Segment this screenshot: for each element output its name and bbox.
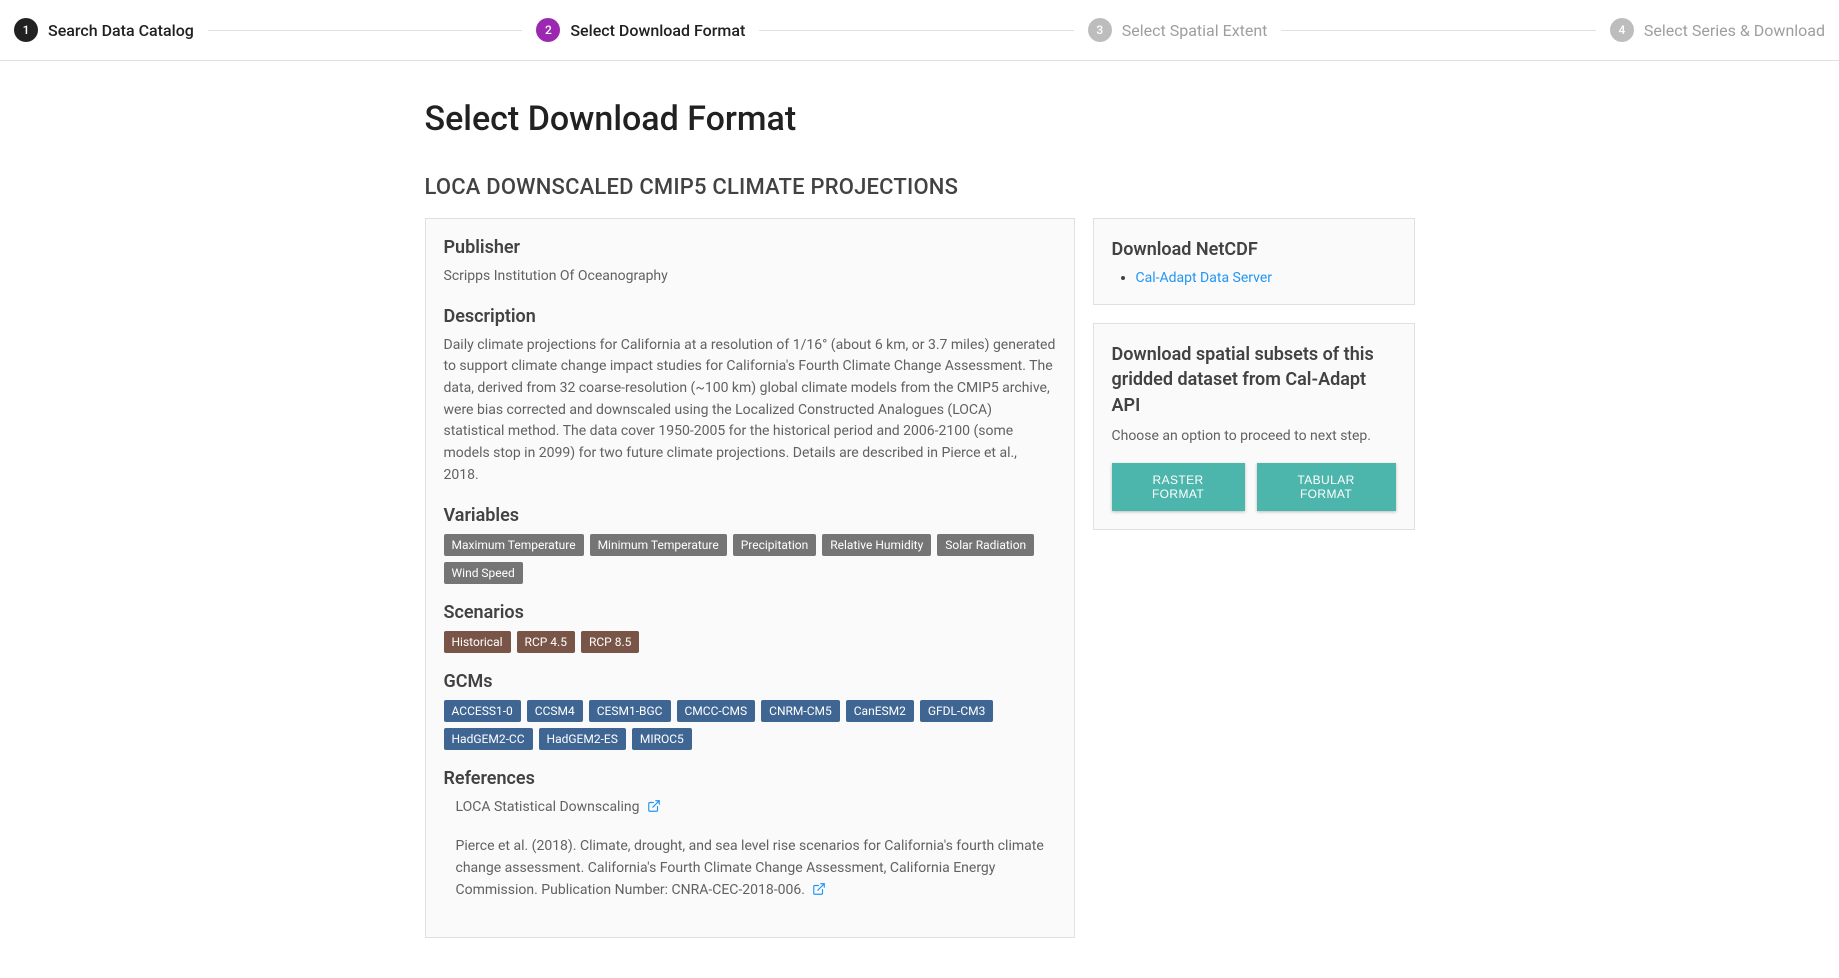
step-3-badge: 3 [1088, 18, 1112, 42]
description-value: Daily climate projections for California… [444, 335, 1056, 487]
external-link-icon [812, 882, 826, 896]
gcm-chip: HadGEM2-CC [444, 728, 533, 750]
variable-chip: Maximum Temperature [444, 534, 584, 556]
step-1-label: Search Data Catalog [48, 21, 194, 40]
gcms-heading: GCMs [444, 671, 1056, 692]
scenarios-chips: Historical RCP 4.5 RCP 8.5 [444, 631, 1056, 653]
step-1-badge: 1 [14, 18, 38, 42]
publisher-value: Scripps Institution Of Oceanography [444, 266, 1056, 288]
step-separator [1281, 30, 1596, 31]
gcm-chip: GFDL-CM3 [920, 700, 994, 722]
page-content: Select Download Format LOCA DOWNSCALED C… [425, 61, 1415, 978]
page-title: Select Download Format [425, 99, 1415, 139]
step-1[interactable]: 1 Search Data Catalog [14, 18, 194, 42]
variable-chip: Wind Speed [444, 562, 523, 584]
step-4[interactable]: 4 Select Series & Download [1610, 18, 1825, 42]
download-subset-card: Download spatial subsets of this gridded… [1093, 323, 1415, 530]
dataset-heading: LOCA DOWNSCALED CMIP5 CLIMATE PROJECTION… [425, 175, 1415, 200]
scenario-chip: RCP 4.5 [517, 631, 575, 653]
gcm-chip: CESM1-BGC [589, 700, 671, 722]
step-3[interactable]: 3 Select Spatial Extent [1088, 18, 1268, 42]
variable-chip: Minimum Temperature [590, 534, 727, 556]
list-item: Cal-Adapt Data Server [1136, 270, 1396, 286]
variable-chip: Relative Humidity [822, 534, 931, 556]
variable-chip: Solar Radiation [937, 534, 1034, 556]
download-subset-hint: Choose an option to proceed to next step… [1112, 426, 1396, 448]
scenarios-heading: Scenarios [444, 602, 1056, 623]
gcm-chip: CMCC-CMS [677, 700, 756, 722]
scenario-chip: Historical [444, 631, 511, 653]
references-heading: References [444, 768, 1056, 789]
step-2-badge: 2 [536, 18, 560, 42]
gcms-chips: ACCESS1-0 CCSM4 CESM1-BGC CMCC-CMS CNRM-… [444, 700, 1056, 750]
step-2[interactable]: 2 Select Download Format [536, 18, 745, 42]
description-heading: Description [444, 306, 1056, 327]
gcm-chip: MIROC5 [632, 728, 692, 750]
external-link-icon [647, 799, 661, 813]
gcm-chip: CNRM-CM5 [761, 700, 840, 722]
tabular-format-button[interactable]: TABULAR FORMAT [1257, 463, 1396, 511]
variable-chip: Precipitation [733, 534, 817, 556]
variables-heading: Variables [444, 505, 1056, 526]
step-4-label: Select Series & Download [1644, 21, 1825, 40]
stepper: 1 Search Data Catalog 2 Select Download … [0, 0, 1839, 61]
gcm-chip: CCSM4 [527, 700, 583, 722]
reference-link-2[interactable]: Pierce et al. (2018). Climate, drought, … [456, 838, 1044, 897]
gcm-chip: CanESM2 [846, 700, 914, 722]
caladapt-data-server-link[interactable]: Cal-Adapt Data Server [1136, 270, 1273, 286]
step-separator [759, 30, 1074, 31]
download-subset-heading: Download spatial subsets of this gridded… [1112, 342, 1396, 418]
gcm-chip: ACCESS1-0 [444, 700, 521, 722]
gcm-chip: HadGEM2-ES [539, 728, 626, 750]
scenario-chip: RCP 8.5 [581, 631, 639, 653]
raster-format-button[interactable]: RASTER FORMAT [1112, 463, 1245, 511]
step-4-badge: 4 [1610, 18, 1634, 42]
download-netcdf-heading: Download NetCDF [1112, 237, 1396, 262]
step-3-label: Select Spatial Extent [1122, 21, 1268, 40]
publisher-heading: Publisher [444, 237, 1056, 258]
download-netcdf-card: Download NetCDF Cal-Adapt Data Server [1093, 218, 1415, 305]
variables-chips: Maximum Temperature Minimum Temperature … [444, 534, 1056, 584]
step-2-label: Select Download Format [570, 21, 745, 40]
step-separator [208, 30, 523, 31]
reference-link-1[interactable]: LOCA Statistical Downscaling [456, 799, 661, 815]
dataset-detail-card: Publisher Scripps Institution Of Oceanog… [425, 218, 1075, 938]
